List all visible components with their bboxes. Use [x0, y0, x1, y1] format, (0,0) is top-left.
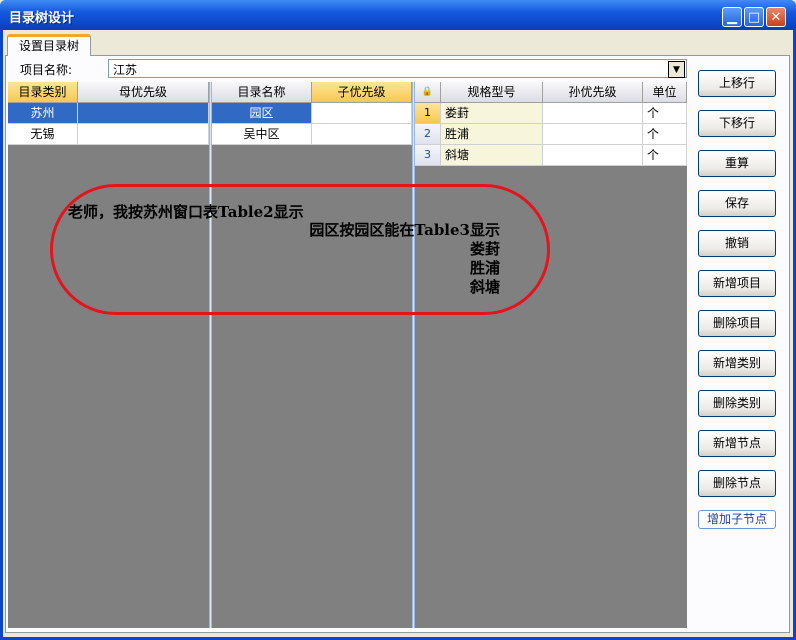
table-cell[interactable] — [78, 103, 209, 124]
table-cell[interactable] — [312, 124, 412, 145]
window-title: 目录树设计 — [9, 11, 75, 26]
annotation-line-2: 园区按园区能在Table3显示 — [309, 221, 500, 239]
table-cell[interactable] — [543, 103, 643, 124]
delete-project-button[interactable]: 删除项目 — [698, 310, 776, 337]
table-cell[interactable] — [543, 145, 643, 166]
annotation-line-3: 娄葑 — [469, 240, 500, 258]
table-cell[interactable]: 园区 — [212, 103, 312, 124]
minimize-icon: ▁ — [727, 9, 737, 25]
table-cell[interactable] — [78, 124, 209, 145]
close-button[interactable]: ✕ — [766, 7, 786, 27]
project-name-select[interactable]: 江苏 ▼ — [108, 59, 687, 78]
maximize-button[interactable]: □ — [744, 7, 764, 27]
project-name-value: 江苏 — [113, 63, 138, 77]
table-cell[interactable] — [543, 124, 643, 145]
tab-set-tree[interactable]: 设置目录树 — [7, 34, 91, 56]
table-cell[interactable]: 无锡 — [8, 124, 78, 145]
table-cell[interactable]: 个 — [643, 145, 687, 166]
table-cell[interactable] — [312, 103, 412, 124]
dropdown-arrow-icon[interactable]: ▼ — [668, 61, 685, 78]
close-icon: ✕ — [770, 9, 782, 25]
table-cell[interactable]: 胜浦 — [441, 124, 543, 145]
table-cell[interactable]: 娄葑 — [441, 103, 543, 124]
row-number[interactable]: 3 — [415, 145, 441, 166]
row-number[interactable]: 2 — [415, 124, 441, 145]
table-cell[interactable]: 苏州 — [8, 103, 78, 124]
add-category-button[interactable]: 新增类别 — [698, 350, 776, 377]
move-down-button[interactable]: 下移行 — [698, 110, 776, 137]
delete-node-button[interactable]: 删除节点 — [698, 470, 776, 497]
annotation-line-4: 胜浦 — [469, 259, 500, 277]
lock-icon: 🔒 — [415, 82, 441, 103]
title-bar[interactable] — [0, 0, 796, 30]
directory-grid[interactable] — [212, 82, 412, 628]
add-node-button[interactable]: 新增节点 — [698, 430, 776, 457]
maximize-icon: □ — [747, 9, 761, 25]
table-cell[interactable]: 斜塘 — [441, 145, 543, 166]
header-child-priority[interactable]: 子优先级 — [312, 82, 412, 103]
header-spec-model[interactable]: 规格型号 — [441, 82, 543, 103]
move-up-button[interactable]: 上移行 — [698, 70, 776, 97]
annotation-line-5: 斜塘 — [469, 278, 500, 296]
save-button[interactable]: 保存 — [698, 190, 776, 217]
header-unit[interactable]: 单位 — [643, 82, 687, 103]
row-number[interactable]: 1 — [415, 103, 441, 124]
recalculate-button[interactable]: 重算 — [698, 150, 776, 177]
category-grid[interactable] — [8, 82, 209, 628]
minimize-button[interactable]: ▁ — [722, 7, 742, 27]
project-name-label: 项目名称: — [20, 63, 73, 77]
table-cell[interactable]: 个 — [643, 103, 687, 124]
header-category[interactable]: 目录类别 — [8, 82, 78, 103]
add-project-button[interactable]: 新增项目 — [698, 270, 776, 297]
undo-button[interactable]: 撤销 — [698, 230, 776, 257]
header-parent-priority[interactable]: 母优先级 — [78, 82, 209, 103]
add-child-node-button[interactable]: 增加子节点 — [698, 510, 776, 529]
delete-category-button[interactable]: 删除类别 — [698, 390, 776, 417]
header-grandchild-priority[interactable]: 孙优先级 — [543, 82, 643, 103]
table-cell[interactable]: 吴中区 — [212, 124, 312, 145]
table-cell[interactable]: 个 — [643, 124, 687, 145]
annotation-line-1: 老师，我按苏州窗口表Table2显示 — [68, 203, 304, 221]
header-directory-name[interactable]: 目录名称 — [212, 82, 312, 103]
